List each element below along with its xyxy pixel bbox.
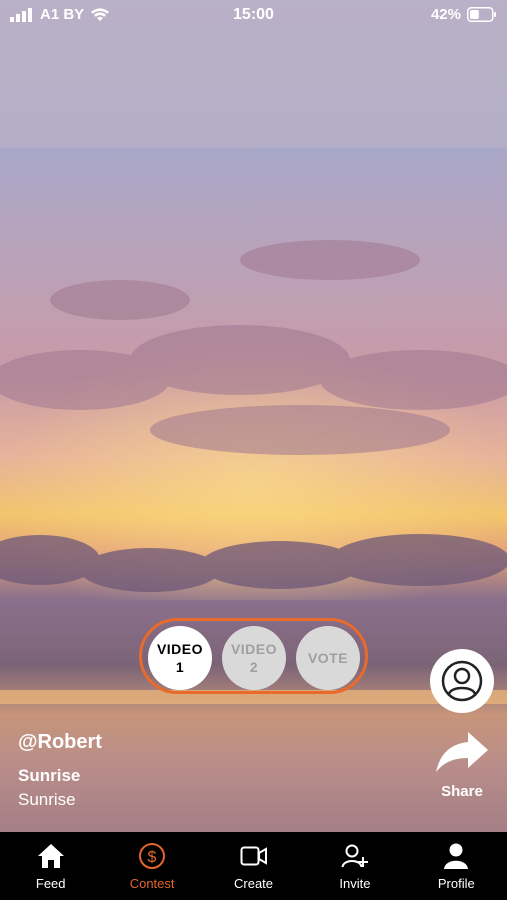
vote-label: VOTE: [307, 650, 349, 666]
share-button[interactable]: Share: [430, 730, 494, 800]
user-circle-icon: [441, 660, 483, 702]
profile-icon: [444, 843, 469, 869]
contest-segmented-control: VIDEO 1 VIDEO 2 VOTE: [139, 618, 368, 694]
video-1-label: VIDEO: [156, 641, 204, 657]
video-2-label: VIDEO: [230, 641, 278, 657]
tab-create-label: Create: [234, 876, 274, 891]
post-description: Sunrise: [18, 790, 76, 809]
video-2-button[interactable]: VIDEO 2: [222, 626, 286, 690]
svg-text:$: $: [148, 849, 157, 866]
battery-icon: [467, 7, 496, 22]
bottom-tab-bar: Feed $ Contest Create Invite Profile: [0, 832, 507, 900]
tab-feed[interactable]: Feed: [0, 832, 101, 900]
creator-avatar-button[interactable]: [430, 649, 494, 713]
battery-percent: 42%: [430, 6, 461, 23]
tab-profile-label: Profile: [437, 876, 475, 891]
tab-contest[interactable]: $ Contest: [101, 832, 202, 900]
status-bar: A1 BY 15:00 42%: [0, 0, 507, 32]
tab-contest-label: Contest: [129, 876, 175, 891]
home-icon: [37, 844, 64, 868]
video-1-number: 1: [175, 659, 185, 675]
username-link[interactable]: @Robert: [18, 731, 102, 754]
tab-invite[interactable]: Invite: [304, 832, 405, 900]
video-background[interactable]: [0, 0, 507, 832]
video-camera-icon: [240, 846, 267, 866]
share-label: Share: [441, 783, 483, 800]
tab-create[interactable]: Create: [203, 832, 304, 900]
video-1-button[interactable]: VIDEO 1: [148, 626, 212, 690]
vote-button[interactable]: VOTE: [296, 626, 360, 690]
tab-feed-label: Feed: [35, 876, 66, 891]
post-title: Sunrise: [18, 766, 81, 785]
tab-profile[interactable]: Profile: [406, 832, 507, 900]
video-2-number: 2: [249, 659, 259, 675]
share-arrow-icon: [436, 732, 488, 772]
dollar-icon: $: [139, 843, 166, 869]
tab-invite-label: Invite: [339, 876, 371, 891]
add-user-icon: [341, 844, 368, 868]
